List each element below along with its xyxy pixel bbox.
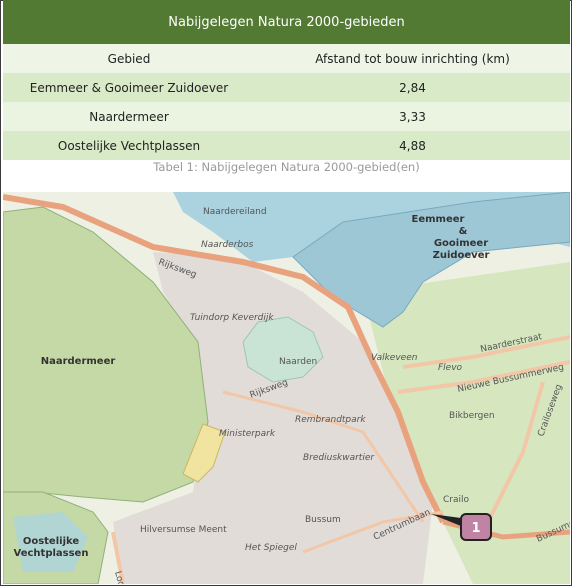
table-title: Nabijgelegen Natura 2000-gebieden (3, 0, 570, 44)
table-header-row: Gebied Afstand tot bouw inrichting (km) (3, 44, 570, 73)
marker-number: 1 (471, 521, 480, 536)
table-row: Oostelijke Vechtplassen 4,88 (3, 131, 570, 160)
label-naarderbos: Naarderbos (201, 240, 254, 250)
table-row: Eemmeer & Gooimeer Zuidoever 2,84 (3, 73, 570, 102)
label-bikbergen: Bikbergen (449, 411, 495, 421)
map-view[interactable]: Eemmeer & Gooimeer Zuidoever Naardermeer… (3, 192, 570, 584)
label-flevo: Flevo (438, 363, 463, 373)
header-gebied: Gebied (107, 51, 151, 66)
cell-gebied: Eemmeer & Gooimeer Zuidoever (29, 80, 229, 95)
label-eemmeer-4: Zuidoever (433, 250, 490, 261)
label-hilversumse-meent: Hilversumse Meent (140, 525, 227, 535)
label-oostelijke-1: Oostelijke (23, 536, 80, 547)
label-naarden: Naarden (279, 357, 317, 367)
label-oostelijke-2: Vechtplassen (14, 548, 89, 559)
label-naardereiland: Naardereiland (203, 207, 267, 217)
table-row: Naardermeer 3,33 (3, 102, 570, 131)
label-naardermeer: Naardermeer (41, 356, 116, 367)
cell-afstand: 3,33 (399, 109, 426, 124)
label-eemmeer-3: Gooimeer (434, 238, 488, 249)
label-tuindorp: Tuindorp Keverdijk (190, 313, 274, 323)
label-crailo: Crailo (443, 495, 470, 505)
label-eemmeer-2: & (459, 226, 468, 237)
header-afstand: Afstand tot bouw inrichting (km) (315, 51, 510, 66)
natura-table: Nabijgelegen Natura 2000-gebieden Gebied… (3, 0, 570, 174)
label-het-spiegel: Het Spiegel (245, 543, 297, 553)
label-brediuskwartier: Brediuskwartier (303, 453, 375, 463)
label-bussum: Bussum (305, 515, 341, 525)
label-ministerpark: Ministerpark (219, 429, 276, 439)
cell-gebied: Oostelijke Vechtplassen (57, 138, 201, 153)
cell-afstand: 2,84 (399, 80, 426, 95)
label-eemmeer-1: Eemmeer (412, 214, 465, 225)
table-caption: Tabel 1: Nabijgelegen Natura 2000-gebied… (153, 160, 420, 174)
cell-afstand: 4,88 (399, 138, 426, 153)
label-valkeveen: Valkeveen (371, 353, 418, 363)
label-rembrandtpark: Rembrandtpark (295, 415, 366, 425)
cell-gebied: Naardermeer (89, 109, 169, 124)
